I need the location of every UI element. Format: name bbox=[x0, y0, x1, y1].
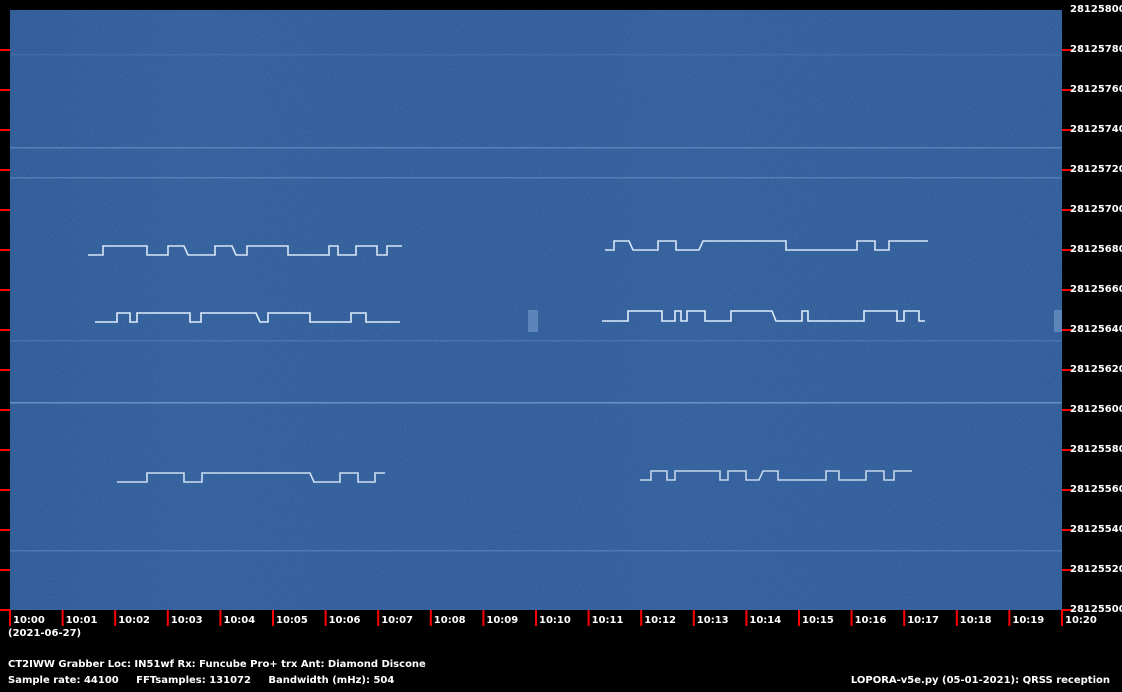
axis-ticks bbox=[0, 49, 1072, 626]
time-label: 10:17 bbox=[907, 615, 940, 626]
frequency-label: 28125620 bbox=[1070, 364, 1122, 375]
time-label: 10:04 bbox=[223, 615, 256, 626]
time-label: 10:02 bbox=[118, 615, 151, 626]
frequency-label: 28125740 bbox=[1070, 124, 1122, 135]
time-label: 10:10 bbox=[539, 615, 571, 626]
frequency-label: 28125580 bbox=[1070, 444, 1122, 455]
time-label: 10:19 bbox=[1012, 615, 1045, 626]
time-label: 10:03 bbox=[170, 615, 203, 626]
date-label: (2021-06-27) bbox=[8, 628, 82, 639]
frequency-label: 28125760 bbox=[1070, 84, 1122, 95]
time-label: 10:09 bbox=[486, 615, 519, 626]
time-label: 10:18 bbox=[959, 615, 992, 626]
frequency-label: 28125720 bbox=[1070, 164, 1122, 175]
time-label: 10:01 bbox=[65, 615, 98, 626]
frequency-label: 28125520 bbox=[1070, 564, 1122, 575]
time-label: 10:11 bbox=[591, 615, 624, 626]
frequency-label: 28125680 bbox=[1070, 244, 1122, 255]
frequency-label: 28125540 bbox=[1070, 524, 1122, 535]
time-label: 10:08 bbox=[433, 615, 466, 626]
reception-parameters: Sample rate: 44100 FFTsamples: 131072 Ba… bbox=[8, 675, 395, 686]
frequency-label: 28125800 bbox=[1070, 4, 1122, 15]
time-label: 10:00 bbox=[13, 615, 45, 626]
time-label: 10:06 bbox=[328, 615, 361, 626]
station-info: CT2IWW Grabber Loc: IN51wf Rx: Funcube P… bbox=[8, 659, 426, 670]
frequency-label: 28125640 bbox=[1070, 324, 1122, 335]
time-label: 10:13 bbox=[696, 615, 729, 626]
time-label: 10:05 bbox=[276, 615, 308, 626]
time-label: 10:16 bbox=[854, 615, 887, 626]
time-label: 10:15 bbox=[802, 615, 834, 626]
time-label: 10:20 bbox=[1065, 615, 1097, 626]
frequency-label: 28125600 bbox=[1070, 404, 1122, 415]
time-label: 10:14 bbox=[749, 615, 782, 626]
software-info: LOPORA-v5e.py (05-01-2021): QRSS recepti… bbox=[850, 675, 1110, 686]
frequency-label: 28125700 bbox=[1070, 204, 1122, 215]
time-label: 10:12 bbox=[644, 615, 677, 626]
frequency-label: 28125660 bbox=[1070, 284, 1122, 295]
frequency-label: 28125780 bbox=[1070, 44, 1122, 55]
frequency-label: 28125560 bbox=[1070, 484, 1122, 495]
time-label: 10:07 bbox=[381, 615, 414, 626]
qrss-grabber-window: 28125800 28125780 28125760 28125740 28125720… bbox=[0, 0, 1122, 692]
